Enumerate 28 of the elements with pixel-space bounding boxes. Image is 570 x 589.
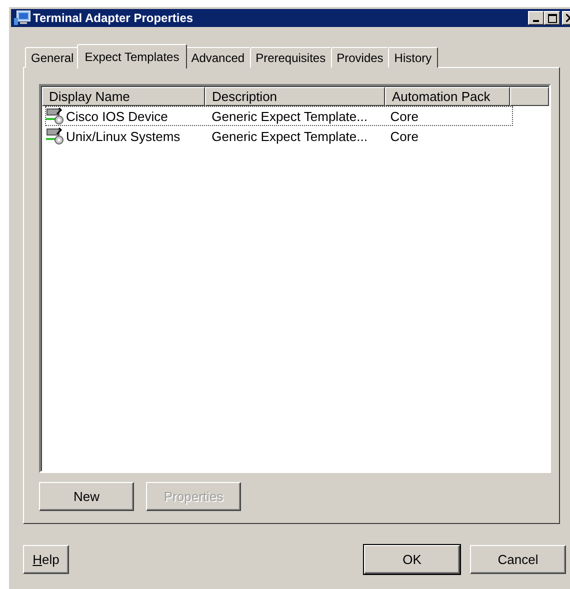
server-gear-icon [46, 127, 64, 145]
table-cell: Unix/Linux Systems [66, 128, 180, 144]
computer-icon [13, 10, 31, 26]
minimize-button[interactable] [528, 11, 544, 25]
table-cell: Generic Expect Template... [212, 108, 368, 124]
maximize-button[interactable] [544, 11, 560, 25]
table-cell: Generic Expect Template... [212, 128, 368, 144]
tab[interactable]: Prerequisites [250, 47, 332, 68]
server-gear-icon [46, 107, 64, 125]
tab[interactable]: General [25, 47, 80, 68]
list-row[interactable]: Cisco IOS Device Generic Expect Template... Core [45, 106, 513, 126]
tab[interactable]: Expect Templates [76, 44, 188, 69]
tab[interactable]: Advanced [185, 47, 251, 68]
column-header[interactable]: Automation Pack [385, 87, 510, 106]
column-header[interactable]: Display Name [42, 87, 205, 106]
column-header[interactable]: Description [205, 87, 385, 106]
maximize-icon [548, 14, 556, 22]
table-cell: Cisco IOS Device [66, 108, 168, 124]
ok-button[interactable]: OK [364, 545, 460, 574]
table-cell: Core [390, 108, 418, 124]
cancel-button[interactable]: Cancel [470, 545, 566, 574]
help-button[interactable]: Help [23, 545, 69, 574]
table-cell: Core [390, 128, 418, 144]
list-row[interactable]: Unix/Linux Systems Generic Expect Template... Core [45, 126, 513, 146]
panel-button[interactable]: New [39, 482, 134, 511]
window-title: Terminal Adapter Properties [33, 11, 194, 25]
tab[interactable]: History [388, 47, 438, 68]
tab[interactable]: Provides [330, 47, 390, 68]
